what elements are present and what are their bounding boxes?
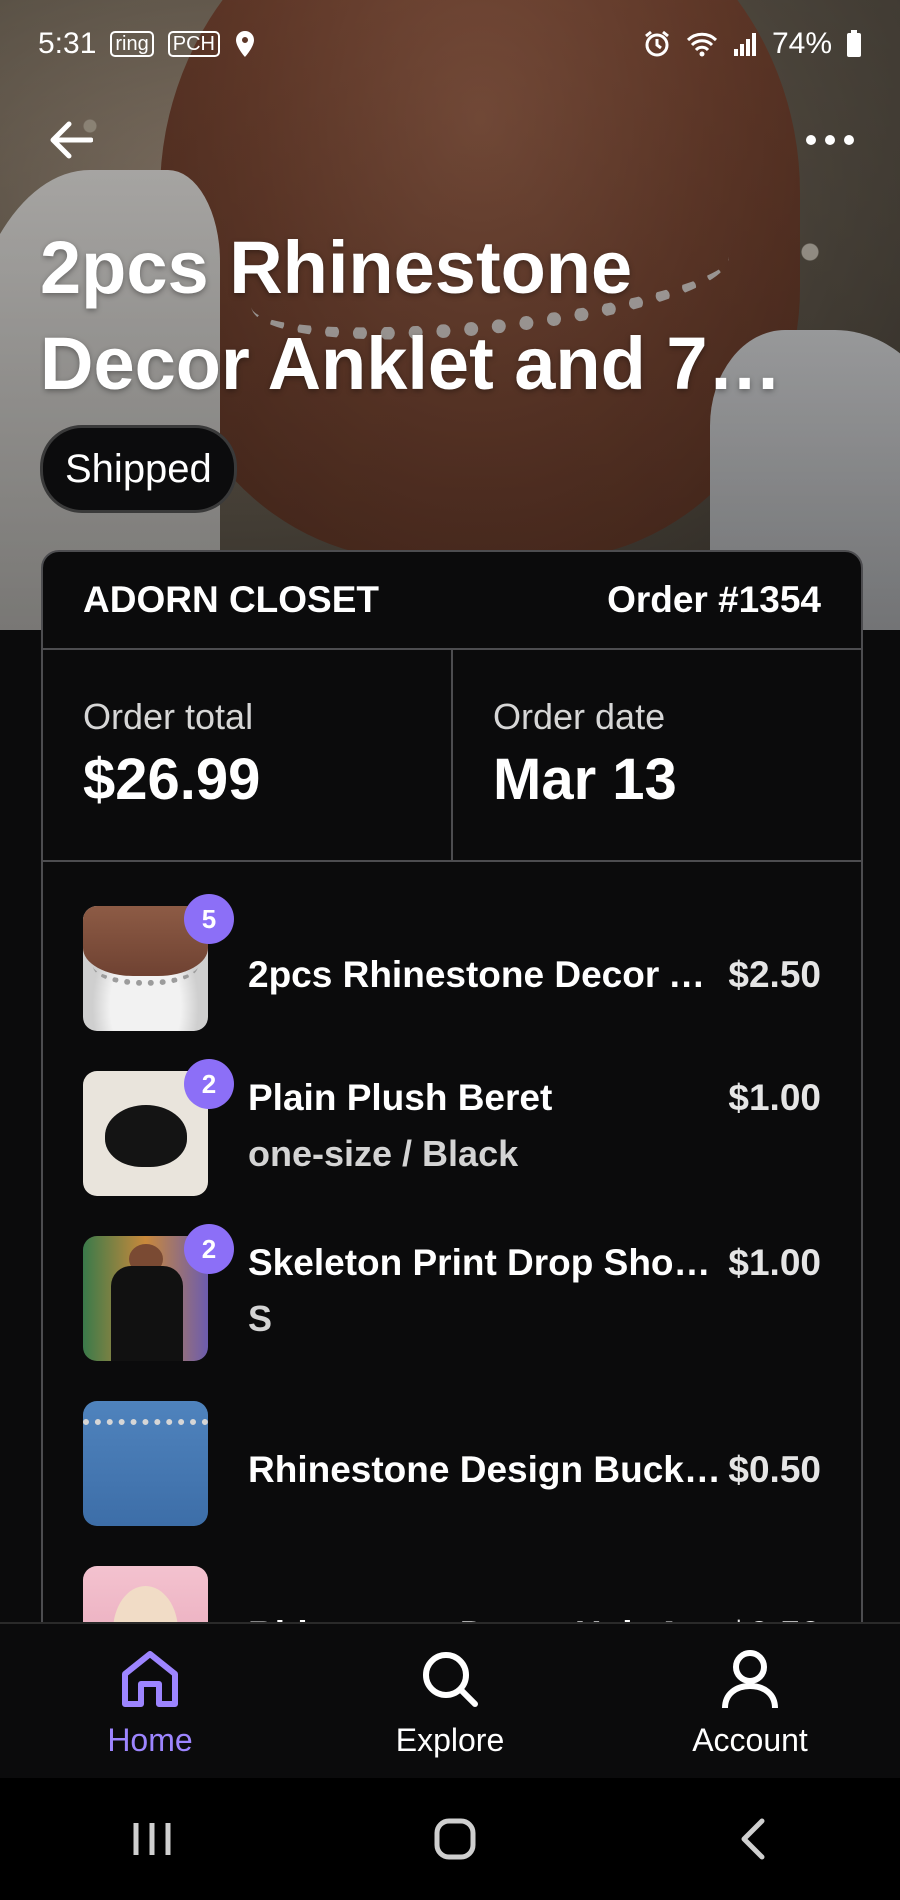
order-total-cell: Order total $26.99 [43, 650, 451, 860]
order-date-value: Mar 13 [493, 747, 677, 812]
pch-app-icon: PCH [167, 31, 220, 57]
item-name: Rhinestone Design Buckle Belt [248, 1449, 722, 1490]
location-pin-icon [235, 31, 254, 57]
system-navigation-bar [0, 1778, 900, 1900]
nav-account-label: Account [692, 1721, 808, 1758]
recent-apps-icon[interactable] [130, 1819, 174, 1859]
order-item[interactable]: 5 2pcs Rhinestone Decor Anklet $2.50 [83, 894, 821, 1031]
back-arrow-icon [50, 121, 93, 159]
battery-icon [847, 30, 861, 57]
order-item[interactable]: 2 Skeleton Print Drop Shoulder Tee $1.00… [83, 1224, 821, 1361]
nav-account[interactable]: Account [600, 1624, 900, 1780]
bottom-navigation: Home Explore Account [0, 1622, 900, 1780]
product-thumbnail [83, 1401, 208, 1526]
signal-icon [733, 33, 756, 56]
item-variant: one-size / Black [248, 1133, 519, 1174]
search-icon [423, 1651, 478, 1707]
back-nav-icon[interactable] [736, 1817, 770, 1861]
wifi-icon [686, 32, 718, 57]
page-title: 2pcs Rhinestone Decor Anklet and 7 more … [40, 226, 708, 405]
order-item[interactable]: Rhinestone Design Buckle Belt $0.50 [83, 1401, 821, 1526]
order-summary: Order total $26.99 Order date Mar 13 [43, 650, 861, 862]
alarm-icon [645, 30, 669, 57]
item-name: Skeleton Print Drop Shoulder Tee [248, 1242, 722, 1283]
item-variant: S [248, 1298, 273, 1339]
nav-home-label: Home [107, 1721, 193, 1758]
home-icon [122, 1650, 178, 1707]
order-card-header: ADORN CLOSET Order #1354 [43, 552, 861, 650]
item-price: $1.00 [728, 1077, 821, 1118]
home-button-icon[interactable] [433, 1817, 477, 1861]
order-total-value: $26.99 [83, 747, 261, 812]
more-horizontal-icon [806, 135, 854, 145]
nav-home[interactable]: Home [0, 1624, 300, 1780]
more-options-button[interactable] [800, 110, 860, 170]
item-price: $0.50 [728, 1449, 821, 1490]
order-items-list: 5 2pcs Rhinestone Decor Anklet $2.50 2 P… [43, 862, 861, 1691]
item-name: 2pcs Rhinestone Decor Anklet [248, 954, 722, 995]
order-date-label: Order date [493, 696, 666, 737]
order-number: Order #1354 [607, 579, 821, 620]
account-icon [722, 1649, 778, 1708]
order-card: ADORN CLOSET Order #1354 Order total $26… [41, 550, 863, 1754]
quantity-badge: 2 [184, 1059, 234, 1109]
item-price: $1.00 [728, 1242, 821, 1283]
store-name[interactable]: ADORN CLOSET [83, 579, 379, 621]
order-total-label: Order total [83, 696, 254, 737]
status-time: 5:31 [38, 27, 97, 60]
order-date-cell: Order date Mar 13 [451, 650, 861, 860]
status-bar: 5:31 ring PCH 74% [0, 18, 900, 70]
order-status-badge: Shipped [40, 425, 237, 513]
top-bar [40, 110, 860, 170]
order-item[interactable]: 2 Plain Plush Beret $1.00 one-size / Bla… [83, 1059, 821, 1196]
nav-explore-label: Explore [395, 1721, 505, 1758]
ring-app-icon: ring [110, 31, 154, 57]
item-name: Plain Plush Beret [248, 1077, 553, 1118]
back-button[interactable] [40, 110, 100, 170]
item-price: $2.50 [728, 954, 821, 995]
nav-explore[interactable]: Explore [300, 1624, 600, 1780]
quantity-badge: 5 [184, 894, 234, 944]
battery-percent: 74% [771, 27, 832, 60]
quantity-badge: 2 [184, 1224, 234, 1274]
